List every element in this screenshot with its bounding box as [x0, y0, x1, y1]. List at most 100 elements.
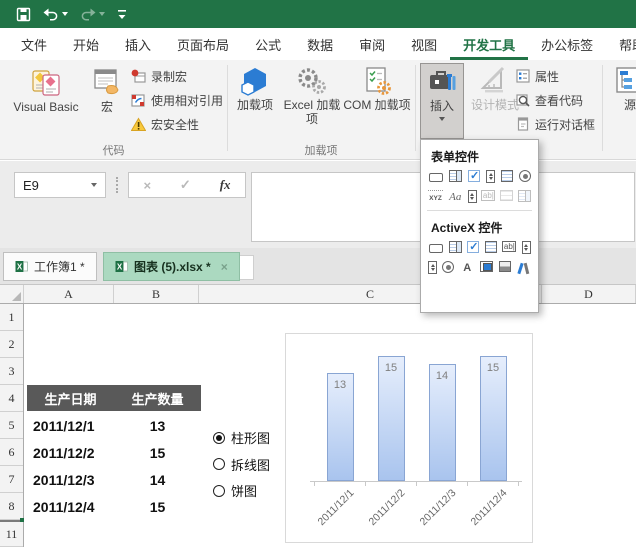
table-row[interactable]: 2011/12/1 13 — [27, 412, 201, 439]
macros-button[interactable]: 宏 — [88, 63, 126, 139]
form-spin-button-icon[interactable] — [486, 170, 495, 183]
ax-scroll-bar-icon[interactable] — [428, 261, 437, 274]
undo-dropdown-caret[interactable] — [62, 12, 68, 16]
tab-file[interactable]: 文件 — [8, 28, 60, 60]
ax-checkbox-icon[interactable] — [467, 240, 480, 253]
row-header-5[interactable]: 5 — [0, 412, 23, 439]
cell-date[interactable]: 2011/12/3 — [27, 472, 114, 488]
form-option-button-icon[interactable] — [519, 170, 531, 182]
radio-button[interactable] — [213, 458, 225, 470]
excel-add-ins-button[interactable]: Excel 加载项 — [283, 63, 341, 139]
form-text-aa-icon[interactable]: Aa — [448, 190, 463, 204]
chart-type-option[interactable]: 柱形图 — [213, 429, 270, 446]
form-list-box-icon[interactable] — [501, 170, 513, 182]
radio-button[interactable] — [213, 484, 225, 497]
customize-quick-access-button[interactable] — [117, 8, 127, 20]
cell-quantity[interactable]: 15 — [114, 499, 201, 515]
name-box-caret-icon[interactable] — [91, 183, 97, 187]
form-scroll-bar-icon[interactable] — [467, 190, 477, 203]
tab-formulas[interactable]: 公式 — [242, 28, 294, 60]
chart-type-option[interactable]: 拆线图 — [213, 456, 270, 473]
row-header-7[interactable]: 7 — [0, 466, 23, 493]
row-header-11[interactable]: 11 — [0, 520, 23, 547]
tab-developer[interactable]: 开发工具 — [450, 28, 529, 60]
ax-command-button-icon[interactable] — [428, 241, 443, 255]
column-header-B[interactable]: B — [114, 285, 199, 303]
form-checkbox-icon[interactable] — [468, 169, 480, 182]
radio-button-selected[interactable] — [213, 431, 225, 444]
tab-help[interactable]: 帮助 — [606, 28, 636, 60]
view-code-button[interactable]: 查看代码 — [516, 88, 602, 112]
ax-option-button-icon[interactable] — [442, 261, 455, 273]
ax-image-icon[interactable] — [480, 261, 494, 272]
use-relative-references-button[interactable]: 使用相对引用 — [131, 88, 227, 112]
name-box[interactable]: E9 — [14, 172, 106, 198]
form-group-box-icon-disabled[interactable] — [500, 190, 514, 201]
visual-basic-button[interactable]: Visual Basic — [6, 63, 86, 139]
ax-label-icon[interactable]: A — [460, 261, 475, 275]
form-drop-list-icon-disabled[interactable] — [517, 190, 531, 202]
cell-date[interactable]: 2011/12/4 — [27, 499, 114, 515]
com-add-ins-button[interactable]: COM 加载项 — [341, 63, 413, 139]
table-row[interactable]: 2011/12/3 14 — [27, 466, 201, 493]
insert-function-button[interactable]: fx — [220, 177, 231, 193]
tab-page-layout[interactable]: 页面布局 — [164, 28, 242, 60]
workbook-tab-workbook1[interactable]: X 工作簿1 * — [3, 252, 97, 281]
table-header-qty[interactable]: 生产数量 — [114, 385, 201, 411]
column-header-D[interactable]: D — [542, 285, 636, 303]
workbook-tab-chart-5-xlsx[interactable]: X 图表 (5).xlsx * × — [103, 252, 240, 281]
save-button[interactable] — [16, 7, 31, 22]
cell-quantity[interactable]: 14 — [114, 472, 201, 488]
form-button-icon[interactable] — [428, 170, 443, 184]
tab-home[interactable]: 开始 — [60, 28, 112, 60]
cell-quantity[interactable]: 15 — [114, 445, 201, 461]
cancel-entry-button[interactable]: × — [143, 178, 151, 193]
close-tab-icon[interactable]: × — [221, 260, 228, 274]
ax-text-box-icon[interactable]: ab| — [502, 241, 517, 252]
table-header-row[interactable]: 生产日期 生产数量 — [27, 385, 201, 411]
tab-insert[interactable]: 插入 — [112, 28, 164, 60]
tab-office-tab[interactable]: 办公标签 — [528, 28, 606, 60]
redo-button[interactable] — [80, 7, 105, 21]
redo-dropdown-caret[interactable] — [99, 12, 105, 16]
confirm-entry-button[interactable]: ✓ — [180, 177, 191, 193]
form-combo-box-icon[interactable] — [449, 170, 462, 182]
undo-button[interactable] — [43, 7, 68, 21]
macro-security-button[interactable]: 宏安全性 — [131, 112, 227, 136]
bar-chart[interactable]: 13 2011/12/1 15 2011/12/2 14 2011/12/3 15 2011/… — [285, 333, 533, 543]
ax-combo-box-icon[interactable] — [448, 241, 462, 253]
ax-toggle-button-icon[interactable] — [498, 261, 511, 272]
select-all-corner[interactable] — [0, 285, 24, 303]
ax-more-controls-icon[interactable] — [516, 261, 531, 275]
chart-type-option[interactable]: 饼图 — [213, 482, 257, 499]
column-header-A[interactable]: A — [24, 285, 114, 303]
cell-quantity[interactable]: 13 — [114, 418, 201, 434]
row-header-8[interactable]: 8 — [0, 493, 23, 520]
cell-date[interactable]: 2011/12/2 — [27, 445, 114, 461]
run-dialog-button[interactable]: 运行对话框 — [516, 112, 602, 136]
table-header-date[interactable]: 生产日期 — [27, 385, 114, 411]
ax-list-box-icon[interactable] — [484, 241, 497, 253]
xml-source-button[interactable]: 源 — [610, 63, 636, 139]
tab-view[interactable]: 视图 — [398, 28, 450, 60]
tab-review[interactable]: 审阅 — [346, 28, 398, 60]
cell-date[interactable]: 2011/12/1 — [27, 418, 114, 434]
record-macro-button[interactable]: 录制宏 — [131, 64, 227, 88]
row-header-2[interactable]: 2 — [0, 331, 23, 358]
properties-button[interactable]: 属性 — [516, 64, 602, 88]
ax-spin-button-icon[interactable] — [521, 241, 531, 254]
insert-controls-button[interactable]: 插入 — [420, 63, 464, 139]
chart-bar[interactable] — [377, 356, 405, 481]
row-header-3[interactable]: 3 — [0, 358, 23, 385]
row-header-4[interactable]: 4 — [0, 385, 23, 412]
row-header-1[interactable]: 1 — [0, 304, 23, 331]
form-text-field-icon-disabled[interactable]: ab| — [481, 190, 496, 201]
table-row[interactable]: 2011/12/2 15 — [27, 439, 201, 466]
tab-data[interactable]: 数据 — [294, 28, 346, 60]
row-header-6[interactable]: 6 — [0, 439, 23, 466]
form-label-icon[interactable]: XYZ — [428, 190, 443, 204]
chart-bar[interactable] — [479, 356, 507, 481]
table-row[interactable]: 2011/12/4 15 — [27, 493, 201, 520]
add-ins-button[interactable]: 加载项 — [233, 63, 277, 139]
design-mode-button[interactable]: 设计模式 — [468, 63, 522, 139]
